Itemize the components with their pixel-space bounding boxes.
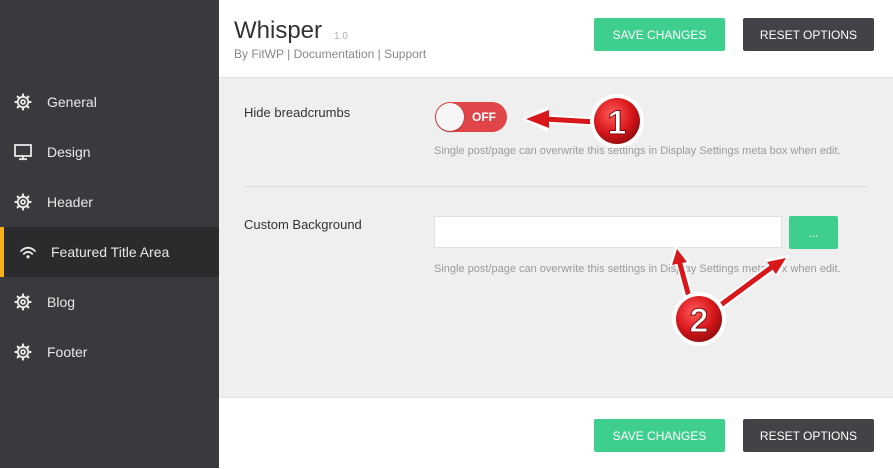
link-separator: | (287, 47, 291, 61)
custom-background-label: Custom Background (244, 217, 362, 232)
gear-icon (14, 343, 32, 361)
gear-icon (14, 193, 32, 211)
sidebar-item-label: General (47, 94, 97, 110)
footer: SAVE CHANGES RESET OPTIONS (219, 397, 893, 469)
sidebar-item-general[interactable]: General (0, 77, 219, 127)
sidebar-item-label: Footer (47, 344, 88, 360)
link-separator: | (377, 47, 381, 61)
toggle-knob (436, 103, 464, 131)
divider (244, 186, 868, 187)
sidebar-item-blog[interactable]: Blog (0, 277, 219, 327)
sidebar-item-label: Design (47, 144, 91, 160)
gear-icon (14, 93, 32, 111)
sidebar-item-header[interactable]: Header (0, 177, 219, 227)
reset-options-button[interactable]: RESET OPTIONS (743, 18, 874, 51)
sidebar-nav: General Design Header Featured Title Are… (0, 77, 219, 377)
monitor-icon (14, 144, 32, 161)
save-changes-button[interactable]: SAVE CHANGES (594, 18, 725, 51)
sidebar-item-label: Blog (47, 294, 76, 310)
app-version: 1.0 (334, 31, 348, 42)
support-link[interactable]: Support (384, 47, 426, 61)
custom-background-description: Single post/page can overwrite this sett… (434, 263, 841, 275)
sidebar: General Design Header Featured Title Are… (0, 0, 219, 468)
hide-breadcrumbs-toggle[interactable]: OFF (435, 102, 507, 132)
save-changes-button[interactable]: SAVE CHANGES (594, 419, 725, 452)
author-link[interactable]: By FitWP (234, 47, 284, 61)
sidebar-item-footer[interactable]: Footer (0, 327, 219, 377)
reset-options-button[interactable]: RESET OPTIONS (743, 419, 874, 452)
app-title: Whisper (234, 17, 323, 44)
header: Whisper 1.0 By FitWP | Documentation | S… (219, 0, 893, 78)
gear-icon (14, 293, 32, 311)
hide-breadcrumbs-description: Single post/page can overwrite this sett… (434, 145, 841, 157)
app-links: By FitWP | Documentation | Support (234, 47, 426, 61)
hide-breadcrumbs-label: Hide breadcrumbs (244, 105, 351, 120)
active-indicator (0, 227, 4, 277)
settings-panel: Hide breadcrumbs OFF Single post/page ca… (219, 78, 893, 397)
toggle-state-text: OFF (472, 110, 496, 124)
wifi-icon (20, 246, 36, 259)
sidebar-item-label: Featured Title Area (51, 244, 170, 260)
sidebar-item-featured-title-area[interactable]: Featured Title Area (0, 227, 219, 277)
documentation-link[interactable]: Documentation (294, 47, 375, 61)
sidebar-item-design[interactable]: Design (0, 127, 219, 177)
custom-background-input[interactable] (434, 216, 782, 248)
sidebar-item-label: Header (47, 194, 93, 210)
browse-button[interactable]: ... (789, 216, 838, 249)
